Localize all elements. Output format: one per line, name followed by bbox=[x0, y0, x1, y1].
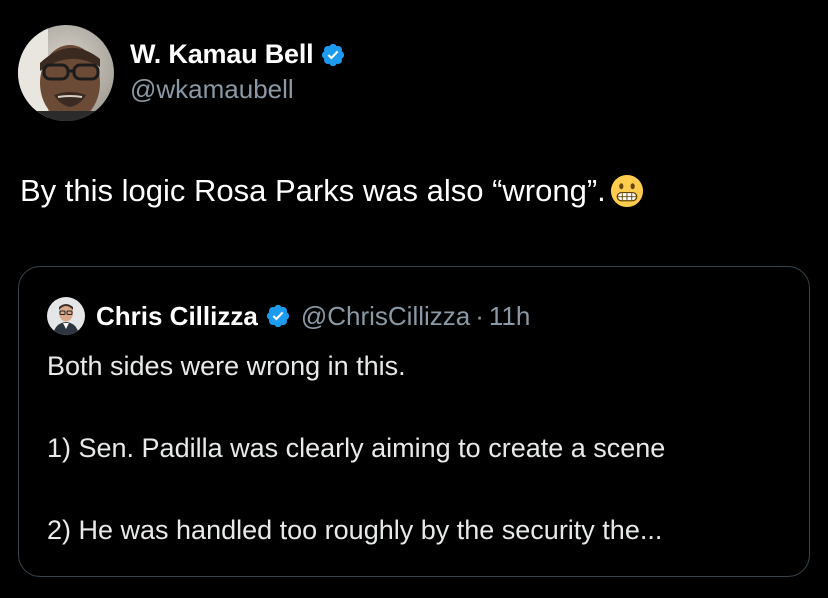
quoted-author-avatar-image bbox=[47, 297, 85, 335]
author-display-name[interactable]: W. Kamau Bell bbox=[130, 39, 314, 70]
author-handle[interactable]: @wkamaubell bbox=[130, 74, 346, 105]
quoted-tweet-timestamp[interactable]: 11h bbox=[489, 301, 530, 332]
author-avatar[interactable] bbox=[18, 25, 114, 121]
quoted-tweet-line: 1) Sen. Padilla was clearly aiming to cr… bbox=[47, 433, 666, 463]
tweet-author-header: W. Kamau Bell @wkamaubell bbox=[18, 25, 346, 121]
quoted-verified-badge-icon bbox=[266, 304, 289, 328]
author-avatar-image bbox=[18, 25, 114, 121]
quoted-author-display-name[interactable]: Chris Cillizza bbox=[96, 301, 258, 332]
quoted-tweet-line: Both sides were wrong in this. bbox=[47, 351, 406, 381]
quoted-author-handle[interactable]: @ChrisCillizza bbox=[301, 301, 470, 332]
quoted-tweet-header: Chris Cillizza @ChrisCillizza · 11h bbox=[47, 297, 530, 335]
quoted-author-avatar[interactable] bbox=[47, 297, 85, 335]
tweet-text: By this logic Rosa Parks was also “wrong… bbox=[20, 173, 606, 208]
tweet-body: By this logic Rosa Parks was also “wrong… bbox=[20, 173, 644, 209]
quoted-tweet-card[interactable]: Chris Cillizza @ChrisCillizza · 11h Both… bbox=[18, 266, 810, 577]
tweet-screenshot: W. Kamau Bell @wkamaubell By this logic … bbox=[0, 0, 828, 598]
separator-dot: · bbox=[475, 300, 484, 331]
verified-badge-icon bbox=[322, 43, 345, 66]
grimacing-face-icon bbox=[610, 174, 643, 208]
quoted-tweet-line: 2) He was handled too roughly by the sec… bbox=[47, 515, 663, 545]
